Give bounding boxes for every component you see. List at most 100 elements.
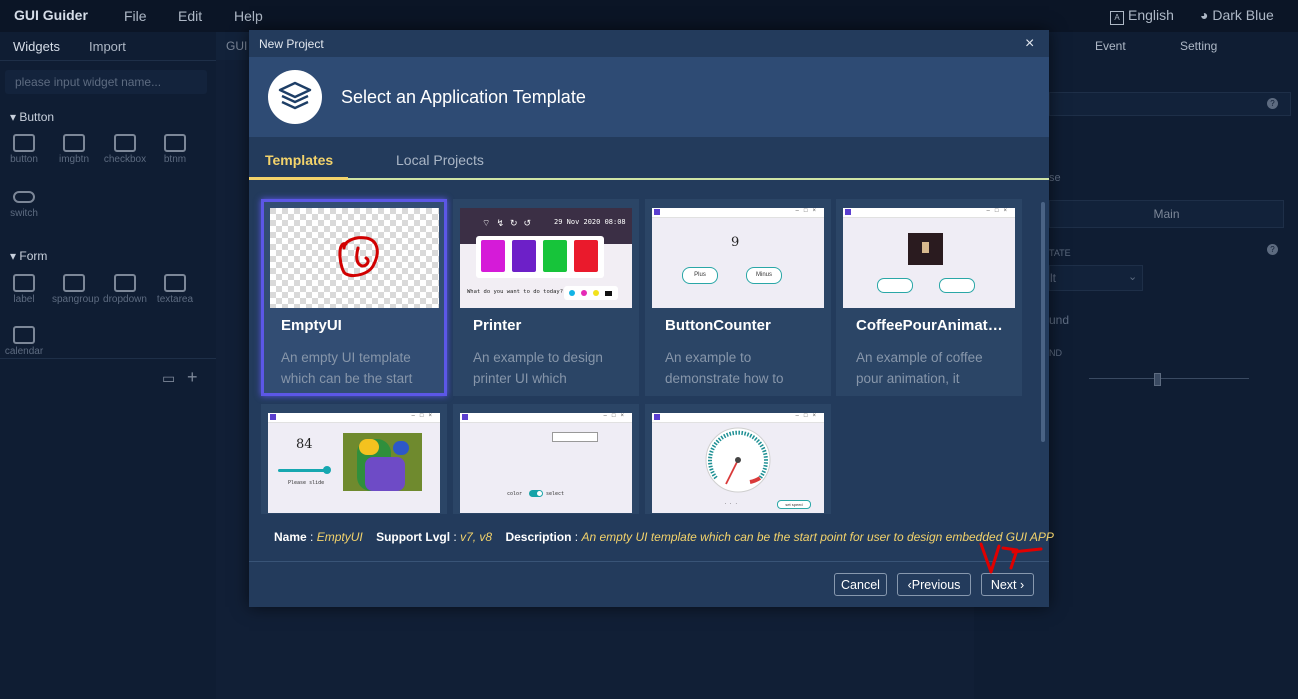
previous-button[interactable]: ‹Previous [897,573,971,596]
widget-switch[interactable]: switch [2,188,46,219]
ink-dot [605,291,612,296]
speed-gauge [705,427,771,493]
copy-tile [481,240,505,272]
slider-caption: Please slide [288,480,325,486]
template-description: An example to demonstrate how to [665,350,784,386]
app-icon [270,414,276,420]
dropdown-widget-icon [114,274,136,292]
dialog-heading: Select an Application Template [341,87,586,107]
checkbox-widget-icon [114,134,136,152]
widget-label: button [10,154,38,165]
add-icon[interactable]: + [187,367,198,388]
section-form-title: Form [19,249,48,263]
template-card-emptyui[interactable]: EmptyUI An empty UI template which can b… [261,199,447,396]
help-icon[interactable]: ? [1267,98,1278,109]
widget-button[interactable]: button [2,134,46,165]
tab-templates[interactable]: Templates [265,152,333,168]
palette-icon: ◕ [1200,7,1209,23]
cancel-button[interactable]: Cancel [834,573,887,596]
chevron-right-icon: › [1016,578,1025,592]
widget-spangroup[interactable]: spangroup [52,274,99,305]
widget-label: checkbox [103,154,147,165]
tab-divider [249,178,1049,180]
app-icon [845,209,851,215]
help-icon[interactable]: ? [1267,244,1278,255]
calendar-widget-icon [13,326,35,344]
template-info: Name : EmptyUI Support Lvgl : v7, v8 Des… [274,530,1054,544]
section-button-title: Button [19,110,55,124]
slider-track [278,469,328,472]
set-speed-button: set speed [777,500,811,509]
app-title: GUI Guider [14,7,88,23]
widget-label[interactable]: label [2,274,46,305]
ink-dot [569,290,575,296]
left-panel: Widgets Import please input widget name.… [0,32,217,699]
printer-date: 29 Nov 2020 08:08 [554,218,626,226]
template-thumbnail [270,208,439,308]
widget-search-input[interactable]: please input widget name... [5,70,207,94]
toggle-knob [537,491,542,496]
widget-label: calendar [4,346,44,356]
screen-name-field[interactable]: Main [1049,200,1284,228]
printer-prompt: What do you want to do today? [467,289,564,295]
close-icon[interactable]: × [1025,35,1034,53]
section-form[interactable]: ▾ Form [10,249,47,263]
widget-calendar[interactable]: calendar [2,326,46,356]
template-description: An example of coffee pour animation, it [856,350,983,386]
setup-tile [574,240,598,272]
template-thumbnail: –□× · · · set speed [652,413,824,513]
name-label: Name [274,530,307,544]
templates-scrollbar[interactable] [1041,202,1045,442]
parrot-head [359,439,379,455]
widget-label: imgbtn [58,154,89,165]
state-select-value: lt [1050,271,1056,285]
divider [0,358,216,359]
ink-dot [593,290,599,296]
opacity-slider-handle[interactable] [1154,373,1161,386]
tab-widgets[interactable]: Widgets [13,39,60,54]
section-button[interactable]: ▾ Button [10,110,54,124]
widget-dropdown[interactable]: dropdown [103,274,147,305]
label-widget-icon [13,274,35,292]
opacity-slider-track[interactable] [1089,378,1249,379]
tab-local-projects[interactable]: Local Projects [396,152,484,168]
widget-label: btnm [163,154,187,165]
state-select[interactable]: lt ⌄ [1049,265,1143,291]
tab-setting[interactable]: Setting [1180,39,1217,53]
window-controls: –□× [795,413,821,419]
ink-levels [564,286,618,300]
app-icon [654,209,660,215]
template-card-switch[interactable]: –□× color select [453,404,639,514]
parrot-feather [393,441,409,455]
simulator-title-bar: –□× [652,413,824,423]
slider-value: 84 [296,437,313,452]
menu-help[interactable]: Help [234,8,263,24]
template-card-coffeepouranimation[interactable]: –□× CoffeePourAnimation An example of co… [836,199,1022,396]
property-fragment: TATE [1049,248,1071,258]
divider [0,60,216,61]
imgbtn-widget-icon [63,134,85,152]
handwritten-annotation [979,542,1043,574]
btnm-widget-icon [164,134,186,152]
menu-file[interactable]: File [124,8,147,24]
template-card-gauge[interactable]: –□× · · · set speed [645,404,831,514]
template-card-printer[interactable]: ⌔↯↻↺ 29 Nov 2020 08:08 What do you want … [453,199,639,396]
widget-textarea[interactable]: textarea [153,274,197,305]
dialog-header: Select an Application Template [249,57,1049,137]
coffee-cup-image [908,233,943,265]
tab-event[interactable]: Event [1095,39,1126,53]
widget-checkbox[interactable]: checkbox [103,134,147,165]
textarea-widget-icon [164,274,186,292]
language-selector[interactable]: A English [1110,7,1174,25]
template-card-buttoncounter[interactable]: –□× 9 Plus Minus ButtonCounter An exampl… [645,199,831,396]
theme-selector[interactable]: ◕ Dark Blue [1200,7,1274,23]
template-card-slider[interactable]: –□× 84 Please slide [261,404,447,514]
menu-edit[interactable]: Edit [178,8,202,24]
widget-imgbtn[interactable]: imgbtn [52,134,96,165]
widget-btnm[interactable]: btnm [153,134,197,165]
folder-icon[interactable]: ▭ [162,370,175,387]
footer-divider [249,561,1049,562]
tab-import[interactable]: Import [89,39,126,54]
name-value: EmptyUI [316,530,363,544]
status-icons: ⌔↯↻↺ [482,218,538,228]
